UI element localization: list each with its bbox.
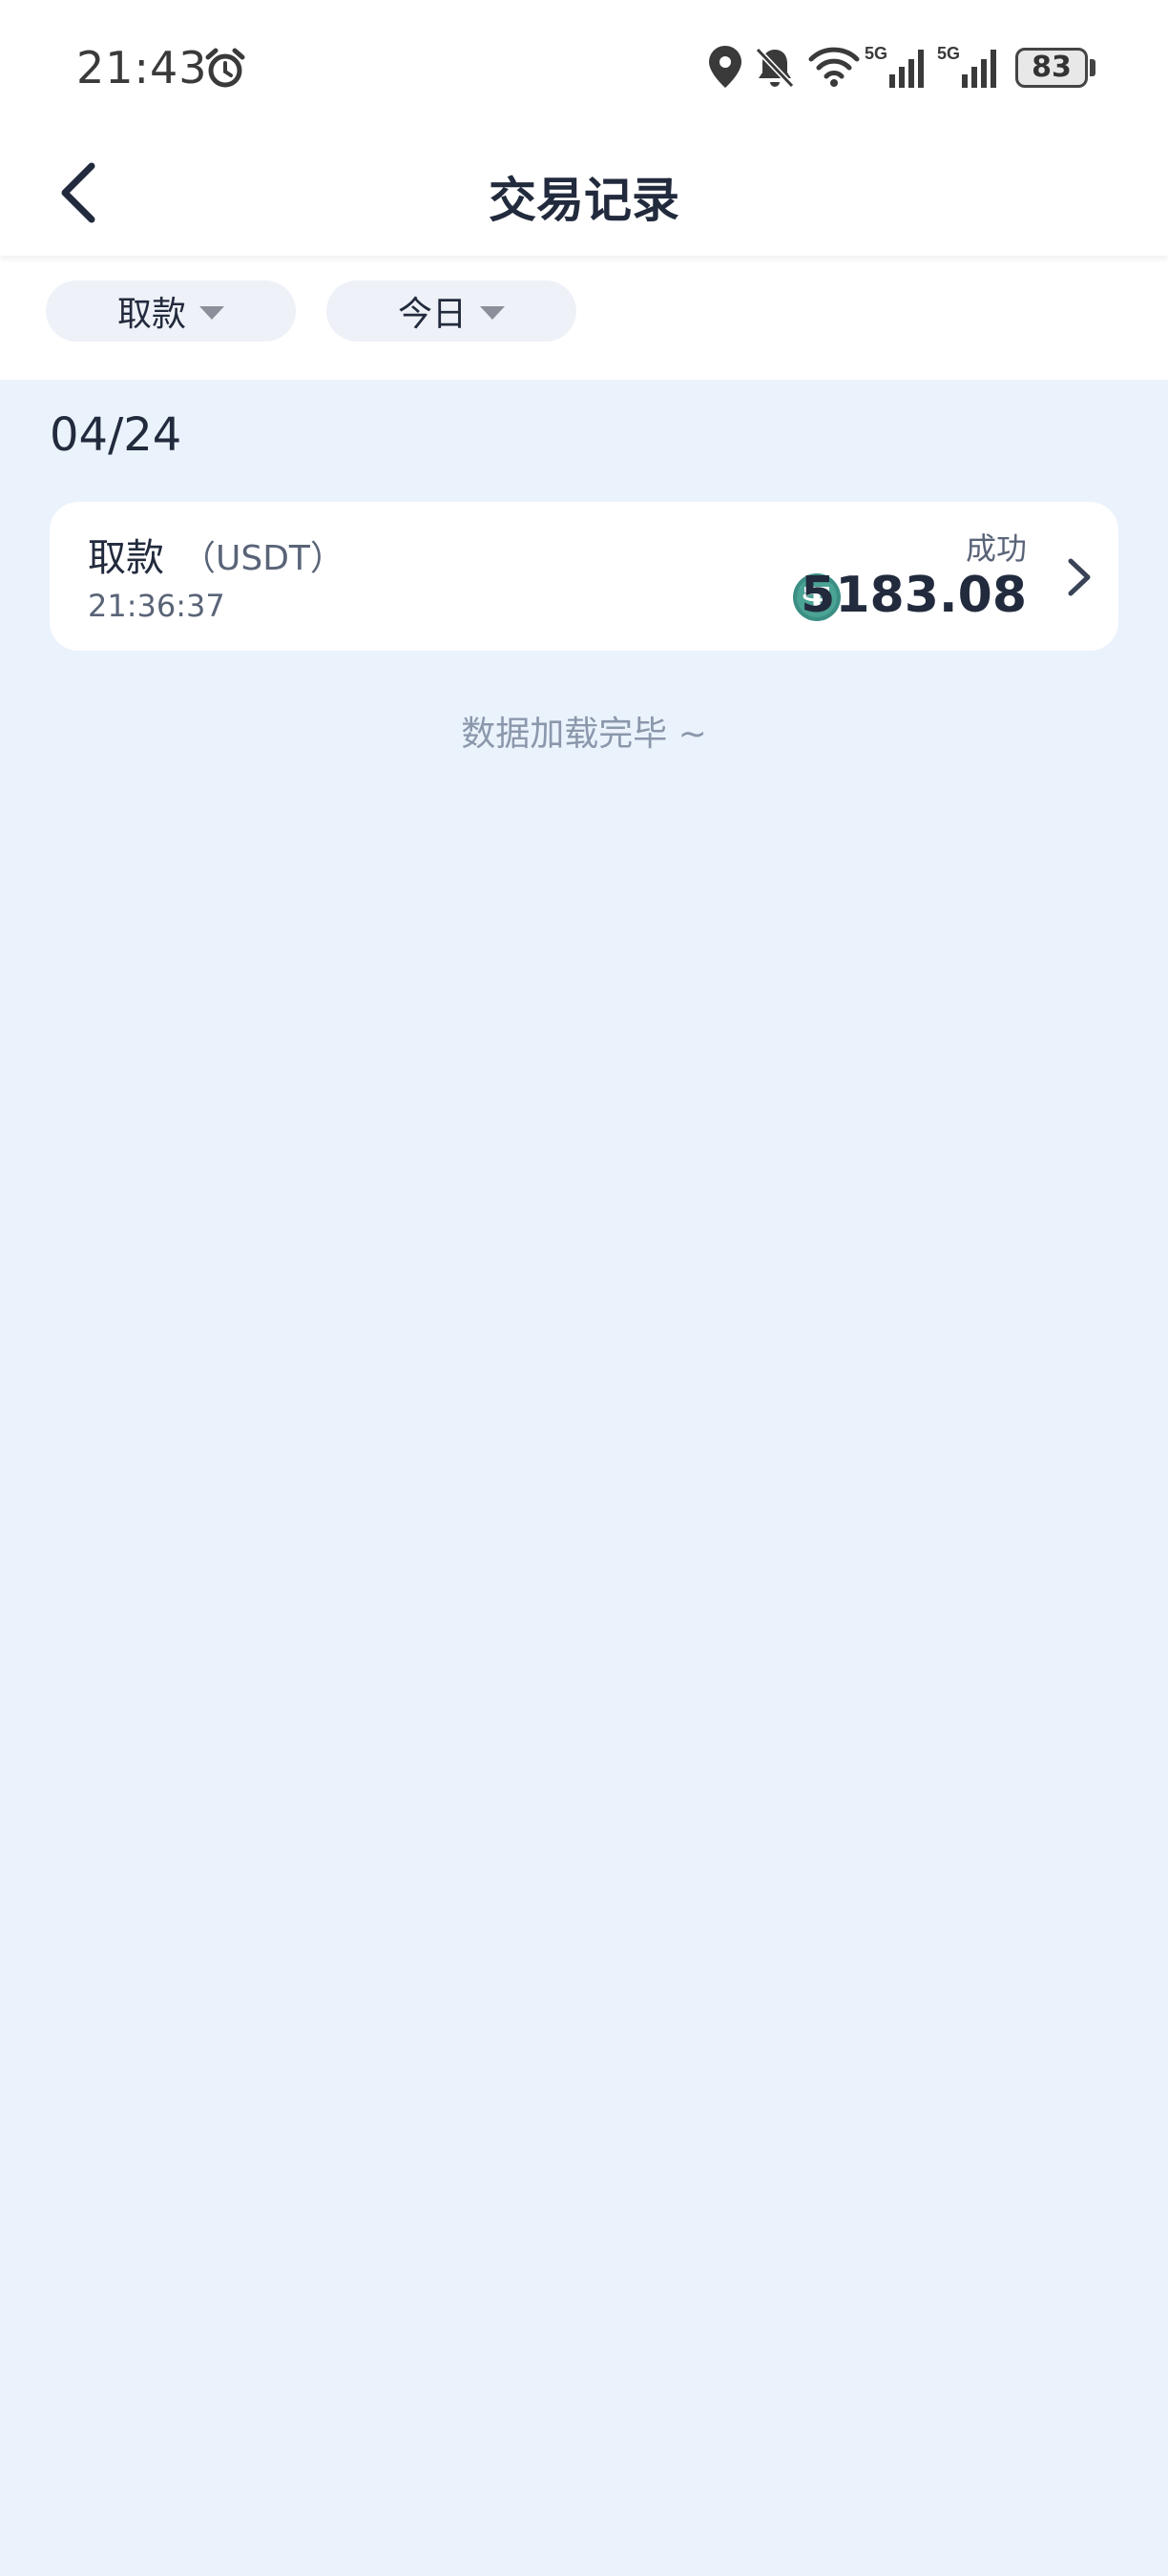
status-bar: 21:43 5G 5G 83 (0, 0, 1168, 134)
filter-bar: 取款 今日 (0, 256, 1168, 380)
alarm-icon (205, 48, 245, 88)
location-icon (709, 46, 741, 88)
record-time: 21:36:37 (88, 588, 225, 624)
date-filter-dropdown[interactable]: 今日 (326, 280, 576, 342)
battery-cap (1090, 59, 1095, 76)
type-filter-dropdown[interactable]: 取款 (46, 280, 296, 342)
caret-down-icon (199, 306, 224, 320)
record-status: 成功 (965, 530, 1027, 567)
record-currency: （USDT） (181, 539, 344, 578)
record-amount: 5183.08 (801, 567, 1027, 624)
network-label: 5G (937, 44, 960, 63)
date-group-heading: 04/24 (50, 408, 182, 462)
signal-icon: 5G (865, 44, 924, 88)
battery-level: 83 (1015, 48, 1088, 88)
record-type: 取款 (88, 536, 164, 580)
app-header: 交易记录 (0, 134, 1168, 256)
date-filter-label: 今日 (397, 295, 467, 334)
caret-down-icon (480, 306, 505, 320)
transaction-record-card[interactable]: 取款 （USDT） 21:36:37 成功 5183.08 (50, 502, 1118, 651)
chevron-right-icon (1068, 558, 1091, 596)
battery-icon: 83 (1015, 48, 1095, 88)
type-filter-label: 取款 (116, 295, 186, 334)
page-title: 交易记录 (489, 173, 679, 228)
signal-icon: 5G (937, 44, 996, 88)
network-label: 5G (865, 44, 887, 63)
bell-off-icon (755, 47, 795, 89)
load-complete-text: 数据加载完毕 ~ (461, 715, 707, 754)
status-time: 21:43 (76, 42, 208, 93)
wifi-icon (808, 47, 860, 87)
